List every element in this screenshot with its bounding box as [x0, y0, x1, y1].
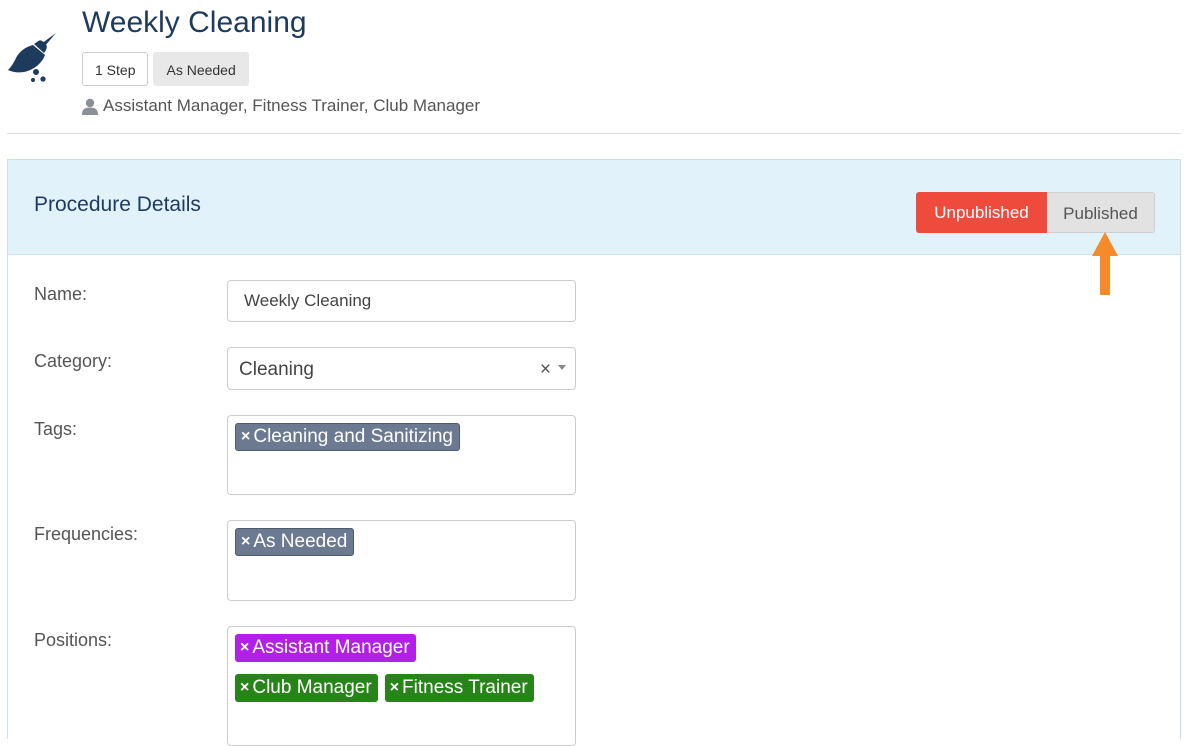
category-value: Cleaning	[239, 359, 314, 380]
chevron-down-icon[interactable]	[558, 365, 566, 370]
frequencies-label: Frequencies:	[34, 524, 139, 544]
position-chip-label: Club Manager	[252, 677, 372, 698]
tag-chip: × Cleaning and Sanitizing	[235, 423, 460, 451]
position-chip-label: Assistant Manager	[252, 637, 410, 658]
procedure-header: Weekly Cleaning 1 Step As Needed Assista…	[0, 0, 1187, 134]
broom-icon	[8, 33, 56, 82]
remove-chip-icon[interactable]: ×	[240, 639, 249, 657]
tags-multiselect[interactable]: × Cleaning and Sanitizing	[227, 415, 576, 495]
remove-chip-icon[interactable]: ×	[241, 533, 250, 551]
frequencies-multiselect[interactable]: × As Needed	[227, 520, 576, 601]
positions-summary-text: Assistant Manager, Fitness Trainer, Club…	[103, 96, 481, 115]
positions-multiselect[interactable]: × Assistant Manager × Club Manager × Fit…	[227, 626, 576, 746]
procedure-details-panel: Procedure Details Unpublished Published …	[7, 159, 1181, 746]
category-label: Category:	[34, 351, 113, 371]
positions-summary: Assistant Manager, Fitness Trainer, Club…	[82, 96, 480, 116]
remove-chip-icon[interactable]: ×	[241, 428, 250, 446]
name-label: Name:	[34, 284, 88, 304]
category-clear-icon[interactable]: ×	[540, 359, 551, 381]
frequency-chip: × As Needed	[235, 528, 355, 556]
frequency-chip-label: As Needed	[253, 531, 348, 552]
frequency-badge: As Needed	[153, 52, 249, 86]
step-count-badge: 1 Step	[82, 52, 149, 86]
tags-label: Tags:	[34, 419, 78, 439]
unpublished-button[interactable]: Unpublished	[916, 192, 1047, 233]
name-input[interactable]	[227, 280, 576, 322]
header-divider	[7, 133, 1181, 134]
positions-label: Positions:	[34, 630, 113, 650]
publish-toggle: Unpublished Published	[916, 192, 1155, 233]
position-chip: × Club Manager	[235, 674, 378, 702]
position-chip-label: Fitness Trainer	[402, 677, 528, 698]
position-chip: × Assistant Manager	[235, 634, 416, 662]
arrow-up-icon	[1092, 232, 1118, 295]
panel-title: Procedure Details	[34, 193, 201, 216]
remove-chip-icon[interactable]: ×	[390, 679, 399, 697]
remove-chip-icon[interactable]: ×	[240, 679, 249, 697]
published-button[interactable]: Published	[1047, 192, 1155, 233]
category-select[interactable]: Cleaning ×	[227, 347, 576, 390]
tag-chip-label: Cleaning and Sanitizing	[253, 426, 453, 447]
procedure-badges: 1 Step As Needed	[82, 52, 249, 86]
panel-header: Procedure Details Unpublished Published	[8, 160, 1180, 295]
position-chip: × Fitness Trainer	[384, 674, 534, 702]
user-icon	[82, 98, 98, 115]
procedure-title: Weekly Cleaning	[82, 6, 307, 39]
